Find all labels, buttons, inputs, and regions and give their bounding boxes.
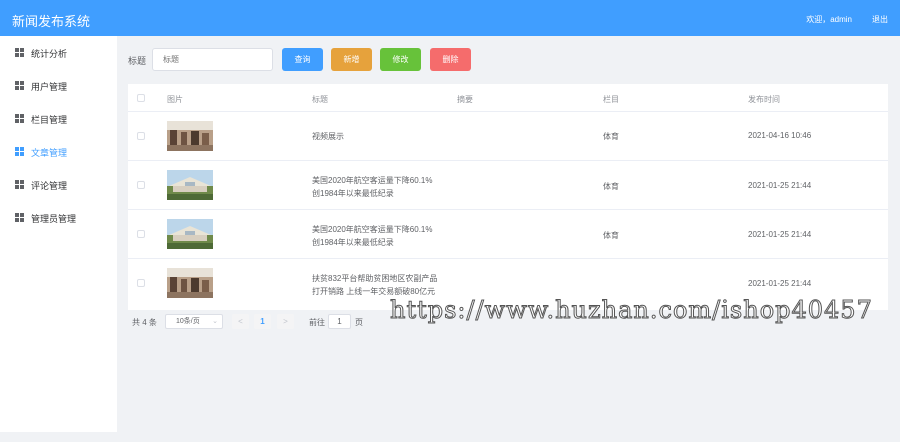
page-size-value: 10条/页 bbox=[176, 318, 200, 325]
goto-label: 前往 bbox=[309, 318, 325, 327]
edit-button[interactable]: 修改 bbox=[380, 48, 421, 71]
sidebar-item-statistics[interactable]: 统计分析 bbox=[0, 36, 117, 69]
chevron-down-icon: ⌄ bbox=[212, 318, 218, 325]
header-title: 标题 bbox=[312, 95, 328, 104]
articles-table: 图片 标题 摘要 栏目 发布时间 视频展示 体育 2021-04-16 10:4… bbox=[128, 84, 888, 310]
top-header: 新闻发布系统 欢迎，admin 退出 bbox=[0, 0, 900, 36]
menu-grid-icon bbox=[15, 180, 24, 189]
row-title-line2: 创1984年以来最低纪录 bbox=[312, 238, 394, 247]
sidebar-item-comments[interactable]: 评论管理 bbox=[0, 168, 117, 201]
delete-button[interactable]: 删除 bbox=[430, 48, 471, 71]
row-checkbox[interactable] bbox=[137, 230, 145, 238]
header-publish-time: 发布时间 bbox=[748, 95, 780, 104]
add-button[interactable]: 新增 bbox=[331, 48, 372, 71]
query-button[interactable]: 查询 bbox=[282, 48, 323, 71]
logout-link[interactable]: 退出 bbox=[872, 14, 888, 25]
row-checkbox[interactable] bbox=[137, 279, 145, 287]
row-category: 体育 bbox=[603, 231, 619, 240]
sidebar-item-label: 文章管理 bbox=[31, 148, 68, 158]
row-title-line1: 美国2020年航空客运量下降60.1% bbox=[312, 176, 433, 185]
row-title: 视频展示 bbox=[312, 132, 344, 141]
header-image: 图片 bbox=[167, 95, 183, 104]
app-title: 新闻发布系统 bbox=[12, 14, 91, 29]
row-publish-time: 2021-01-25 21:44 bbox=[748, 230, 812, 239]
row-publish-time: 2021-01-25 21:44 bbox=[748, 279, 812, 288]
menu-grid-icon bbox=[15, 147, 24, 156]
page-number-current[interactable]: 1 bbox=[254, 314, 271, 329]
article-thumbnail bbox=[167, 219, 213, 249]
row-publish-time: 2021-04-16 10:46 bbox=[748, 131, 812, 140]
row-title-line1: 美国2020年航空客运量下降60.1% bbox=[312, 225, 433, 234]
table-row[interactable]: 美国2020年航空客运量下降60.1% 创1984年以来最低纪录 体育 2021… bbox=[128, 210, 888, 259]
menu-grid-icon bbox=[15, 114, 24, 123]
select-all-checkbox[interactable] bbox=[137, 94, 145, 102]
next-page-button[interactable]: > bbox=[277, 314, 294, 329]
watermark-text: https://www.huzhan.com/ishop40457 bbox=[390, 296, 873, 325]
pagination-total: 共 4 条 bbox=[132, 318, 157, 327]
page-suffix: 页 bbox=[355, 318, 363, 327]
menu-grid-icon bbox=[15, 81, 24, 90]
sidebar-item-users[interactable]: 用户管理 bbox=[0, 69, 117, 102]
sidebar-item-label: 评论管理 bbox=[31, 181, 68, 191]
row-category: 体育 bbox=[603, 132, 619, 141]
row-publish-time: 2021-01-25 21:44 bbox=[748, 181, 812, 190]
table-row[interactable]: 美国2020年航空客运量下降60.1% 创1984年以来最低纪录 体育 2021… bbox=[128, 161, 888, 210]
sidebar-item-articles[interactable]: 文章管理 bbox=[0, 135, 117, 168]
sidebar: 统计分析 用户管理 栏目管理 文章管理 评论管理 管理员管理 bbox=[0, 36, 117, 432]
row-checkbox[interactable] bbox=[137, 181, 145, 189]
article-thumbnail bbox=[167, 268, 213, 298]
sidebar-item-columns[interactable]: 栏目管理 bbox=[0, 102, 117, 135]
sidebar-item-label: 管理员管理 bbox=[31, 214, 77, 224]
sidebar-item-admins[interactable]: 管理员管理 bbox=[0, 201, 117, 234]
goto-page-input[interactable]: 1 bbox=[328, 314, 351, 329]
row-checkbox[interactable] bbox=[137, 132, 145, 140]
sidebar-item-label: 用户管理 bbox=[31, 82, 68, 92]
row-title-line1: 扶贫832平台帮助贫困地区农副产品 bbox=[312, 274, 438, 283]
row-category: 体育 bbox=[603, 182, 619, 191]
article-thumbnail bbox=[167, 170, 213, 200]
search-title-label: 标题 bbox=[128, 56, 147, 66]
menu-grid-icon bbox=[15, 48, 24, 57]
header-summary: 摘要 bbox=[457, 95, 473, 104]
row-title-line2: 创1984年以来最低纪录 bbox=[312, 189, 394, 198]
table-header: 图片 标题 摘要 栏目 发布时间 bbox=[128, 84, 888, 112]
table-row[interactable]: 视频展示 体育 2021-04-16 10:46 bbox=[128, 112, 888, 161]
menu-grid-icon bbox=[15, 213, 24, 222]
header-category: 栏目 bbox=[603, 95, 619, 104]
article-thumbnail bbox=[167, 121, 213, 151]
sidebar-item-label: 栏目管理 bbox=[31, 115, 68, 125]
prev-page-button[interactable]: < bbox=[232, 314, 249, 329]
welcome-text: 欢迎，admin bbox=[806, 15, 852, 24]
search-title-input[interactable] bbox=[152, 48, 273, 71]
sidebar-item-label: 统计分析 bbox=[31, 49, 68, 59]
page-size-select[interactable]: 10条/页 ⌄ bbox=[165, 314, 223, 329]
